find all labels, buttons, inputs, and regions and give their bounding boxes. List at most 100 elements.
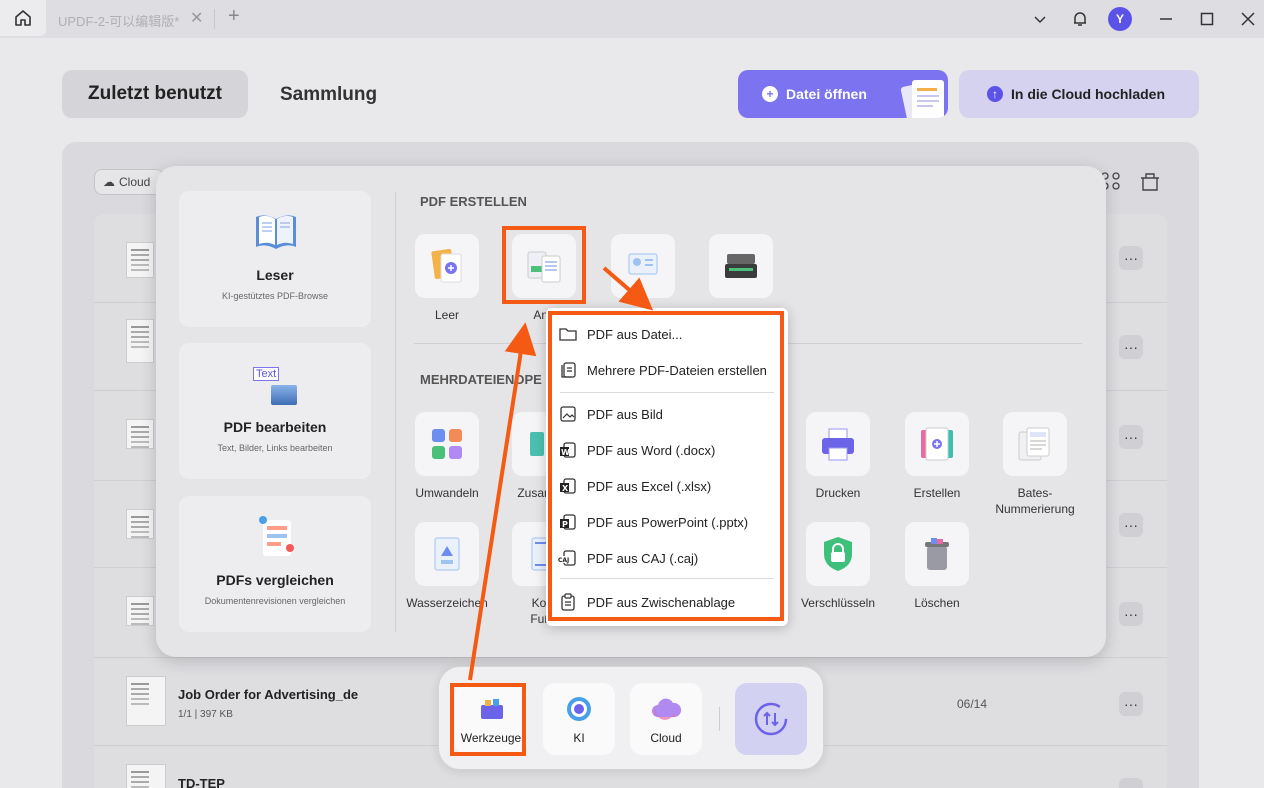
tool-create-batch-label: Erstellen: [913, 486, 961, 500]
file-thumbnail: [126, 242, 154, 278]
trash-can-icon: [925, 538, 949, 570]
tab-recent[interactable]: Zuletzt benutzt: [62, 70, 248, 118]
compare-pdf-title: PDFs vergleichen: [216, 572, 334, 588]
open-file-button[interactable]: + Datei öffnen: [738, 70, 948, 118]
upload-cloud-button[interactable]: ↑ In die Cloud hochladen: [959, 70, 1199, 118]
file-thumbnail: [126, 676, 166, 726]
sync-icon: [754, 702, 788, 736]
tool-encrypt[interactable]: [806, 522, 870, 586]
id-card-icon: [628, 253, 658, 275]
bates-numbering-icon: [1018, 427, 1050, 461]
cloud-filter-label: Cloud: [119, 175, 151, 189]
tool-bates[interactable]: [1003, 412, 1067, 476]
edit-pdf-subtitle: Text, Bilder, Links bearbeiten: [217, 443, 333, 453]
tool-encrypt-label: Verschlüsseln: [800, 596, 876, 610]
maximize-icon[interactable]: [1194, 6, 1220, 32]
edit-pdf-title: PDF bearbeiten: [223, 419, 327, 435]
tab-divider: [214, 9, 215, 29]
upload-icon: ↑: [987, 86, 1003, 102]
reader-subtitle: KI-gestütztes PDF-Browse: [221, 291, 329, 301]
tool-convert[interactable]: [415, 412, 479, 476]
tool-convert-label: Umwandeln: [415, 486, 479, 500]
dock-cloud-label: Cloud: [650, 731, 682, 745]
shield-lock-icon: [824, 537, 852, 571]
file-thumbnail: [126, 596, 154, 626]
tool-watermark-label: Wasserzeichen: [406, 596, 488, 610]
tool-scanner[interactable]: [709, 234, 773, 298]
watermark-icon: [434, 537, 460, 571]
tool-create-batch[interactable]: [905, 412, 969, 476]
avatar[interactable]: Y: [1108, 7, 1132, 31]
reader-title: Leser: [256, 267, 294, 283]
cloud-icon: ☁: [103, 175, 115, 189]
compare-pdf-card[interactable]: PDFs vergleichen Dokumentenrevisionen ve…: [179, 496, 371, 632]
dock-cloud-button[interactable]: Cloud: [630, 683, 702, 755]
panel-divider: [395, 192, 396, 632]
ai-orb-icon: [567, 697, 591, 721]
bell-icon[interactable]: [1067, 6, 1093, 32]
more-options-button[interactable]: ···: [1119, 692, 1143, 716]
scanner-icon: [725, 254, 757, 278]
annotation-highlight-menu: [548, 311, 784, 621]
blank-pdf-icon: [431, 249, 462, 283]
file-thumbnail: [126, 319, 154, 363]
document-tab-title[interactable]: UPDF-2-可以编辑版*: [58, 11, 179, 30]
tool-bates-label: Bates-Nummerierung: [995, 486, 1075, 516]
open-file-label: Datei öffnen: [786, 86, 867, 102]
annotation-highlight-tool: [502, 226, 586, 304]
file-name: Job Order for Advertising_de: [178, 687, 359, 702]
tool-scan-document[interactable]: [611, 234, 675, 298]
home-button[interactable]: [0, 0, 46, 36]
close-window-icon[interactable]: [1235, 6, 1261, 32]
file-date: 06/14: [957, 697, 988, 711]
dock-sync-button[interactable]: [735, 683, 807, 755]
convert-icon: [432, 429, 462, 459]
chevron-down-icon[interactable]: [1027, 6, 1053, 32]
edit-pdf-card[interactable]: Text PDF bearbeiten Text, Bilder, Links …: [179, 343, 371, 479]
minimize-icon[interactable]: [1153, 6, 1179, 32]
dock-divider: [719, 707, 720, 731]
compare-pdf-subtitle: Dokumentenrevisionen vergleichen: [204, 596, 346, 606]
title-bar: UPDF-2-可以编辑版* ✕ + Y: [0, 0, 1264, 38]
more-options-button[interactable]: ···: [1119, 246, 1143, 270]
file-thumbnail: [126, 764, 166, 788]
file-thumbnail: [126, 419, 154, 449]
cloud-filter-button[interactable]: ☁ Cloud: [94, 169, 164, 195]
tool-delete[interactable]: [905, 522, 969, 586]
tool-delete-label: Löschen: [914, 596, 960, 610]
file-name: TD-TEP: [178, 776, 225, 788]
dock-ai-button[interactable]: KI: [543, 683, 615, 755]
edit-icon-text: Text: [253, 367, 280, 381]
more-options-button[interactable]: ···: [1119, 778, 1143, 788]
cloud-icon: [652, 698, 682, 720]
more-options-button[interactable]: ···: [1119, 513, 1143, 537]
batch-create-icon: [921, 427, 953, 461]
home-icon: [15, 10, 31, 26]
file-thumbnail: [126, 509, 154, 539]
plus-circle-icon: +: [762, 86, 778, 102]
printer-icon: [822, 428, 854, 461]
more-options-button[interactable]: ···: [1119, 425, 1143, 449]
documents-illustration-icon: [900, 80, 944, 118]
more-options-button[interactable]: ···: [1119, 602, 1143, 626]
multi-section-heading: MEHRDATEIENOPE: [420, 372, 542, 387]
book-icon: [256, 215, 296, 249]
tool-print-label: Drucken: [815, 486, 861, 500]
tab-close-icon[interactable]: ✕: [190, 8, 203, 28]
dock-ai-label: KI: [573, 731, 585, 745]
recycle-bin-icon[interactable]: [1139, 170, 1161, 192]
tool-blank-label: Leer: [434, 308, 460, 322]
tab-collection[interactable]: Sammlung: [280, 84, 377, 106]
new-tab-icon[interactable]: +: [228, 5, 240, 28]
upload-cloud-label: In die Cloud hochladen: [1011, 86, 1165, 102]
file-meta: 1/1 | 397 KB: [178, 709, 233, 720]
reader-card[interactable]: Leser KI-gestütztes PDF-Browse: [179, 191, 371, 327]
tool-print[interactable]: [806, 412, 870, 476]
compare-icon: [259, 516, 294, 556]
create-section-heading: PDF ERSTELLEN: [420, 194, 527, 209]
edit-text-icon: Text: [253, 365, 299, 407]
annotation-highlight-dock: [450, 683, 526, 756]
tool-blank[interactable]: [415, 234, 479, 298]
more-options-button[interactable]: ···: [1119, 335, 1143, 359]
tool-watermark[interactable]: [415, 522, 479, 586]
